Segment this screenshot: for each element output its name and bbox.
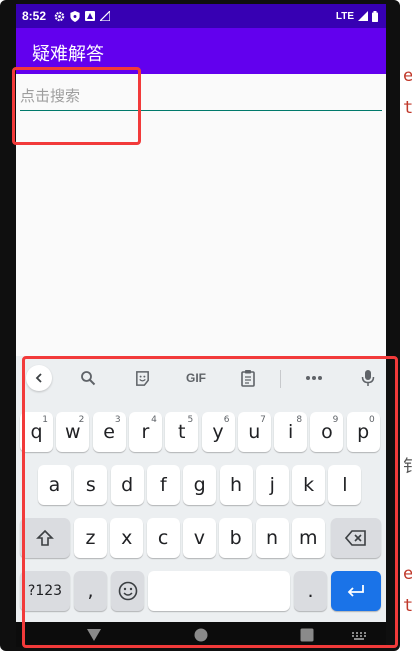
notification-icon	[85, 11, 96, 21]
signal-icon	[358, 11, 368, 21]
sim-signal-icon	[100, 11, 111, 21]
page-title: 疑难解答	[32, 44, 104, 64]
side-text-3: 钅	[403, 457, 412, 477]
side-text-2: t	[403, 98, 412, 118]
side-text-1: e	[403, 66, 412, 86]
shield-icon	[70, 10, 80, 22]
background-editor-edge: e t 钅 e t	[400, 0, 412, 651]
status-time: 8:52	[22, 9, 47, 23]
settings-icon	[54, 11, 65, 21]
side-text-5: t	[403, 596, 412, 616]
network-type: LTE	[335, 10, 354, 22]
battery-icon	[372, 10, 378, 22]
side-text-4: e	[403, 564, 412, 584]
status-bar: 8:52 LTE	[16, 4, 386, 28]
highlight-box-search	[12, 67, 141, 145]
highlight-box-keyboard	[22, 356, 398, 648]
